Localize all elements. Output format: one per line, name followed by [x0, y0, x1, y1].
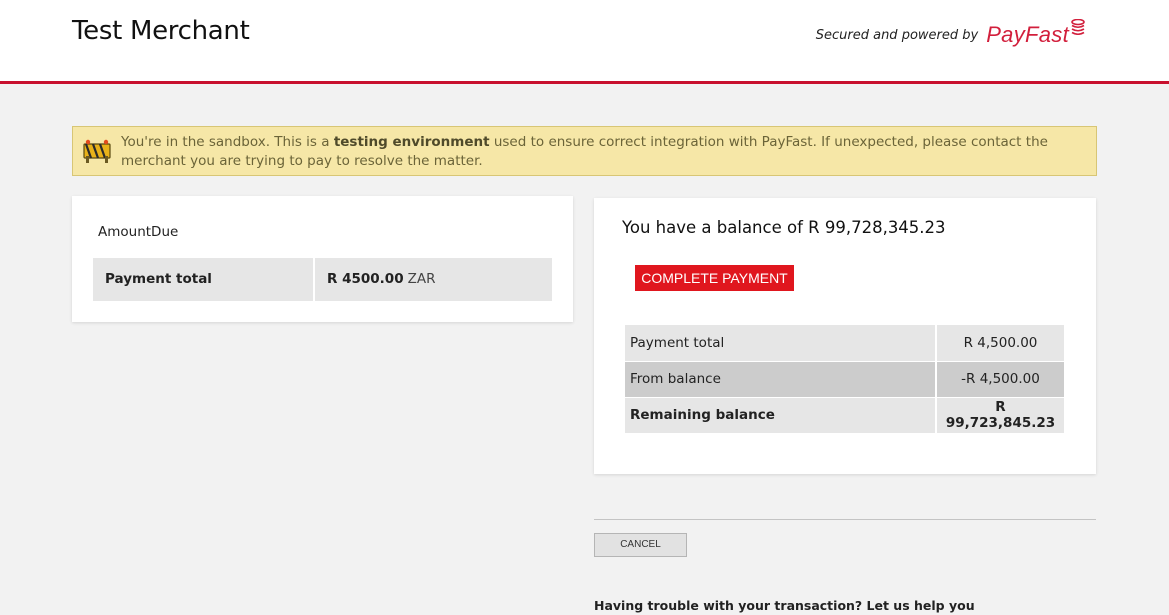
- payment-total-row: Payment total R 4500.00 ZAR: [93, 258, 552, 301]
- notice-text-emphasis: testing environment: [333, 134, 490, 150]
- sandbox-warning-icon: [82, 138, 112, 170]
- wallet-payment-card: You have a balance of R 99,728,345.23 CO…: [594, 198, 1096, 474]
- table-row: From balance -R 4,500.00: [625, 360, 1064, 397]
- row-amount: R 4,500.00: [935, 325, 1064, 361]
- payment-total-amount: R 4500.00: [327, 271, 404, 287]
- row-label: Payment total: [625, 325, 936, 361]
- help-text[interactable]: Having trouble with your transaction? Le…: [594, 598, 975, 613]
- page-header: Test Merchant Secured and powered by Pay…: [0, 0, 1169, 84]
- balance-summary-table: Payment total R 4,500.00 From balance -R…: [625, 325, 1064, 433]
- payment-total-label: Payment total: [93, 258, 315, 301]
- row-amount: -R 4,500.00: [935, 360, 1064, 397]
- payment-currency: ZAR: [407, 271, 436, 287]
- powered-by-text: Secured and powered by: [815, 27, 979, 43]
- row-amount: R 99,723,845.23: [935, 396, 1064, 433]
- item-name: AmountDue: [98, 224, 179, 240]
- section-divider: [594, 519, 1096, 520]
- cancel-button[interactable]: CANCEL: [594, 533, 687, 557]
- coin-stack-icon: [1071, 18, 1085, 39]
- notice-text-start: You're in the sandbox. This is a: [121, 134, 334, 150]
- row-label: Remaining balance: [625, 396, 936, 433]
- merchant-name: Test Merchant: [72, 16, 250, 46]
- balance-heading: You have a balance of R 99,728,345.23: [622, 218, 946, 237]
- payfast-logo: PayFast: [986, 22, 1069, 47]
- sandbox-notice: You're in the sandbox. This is a testing…: [72, 126, 1097, 176]
- row-label: From balance: [625, 360, 936, 397]
- table-row: Payment total R 4,500.00: [625, 325, 1064, 361]
- order-summary-card: AmountDue Payment total R 4500.00 ZAR: [72, 196, 573, 322]
- payment-total-value: R 4500.00 ZAR: [315, 258, 447, 301]
- powered-by: Secured and powered by PayFast: [815, 18, 1085, 48]
- table-row: Remaining balance R 99,723,845.23: [625, 396, 1064, 433]
- complete-payment-button[interactable]: COMPLETE PAYMENT: [635, 265, 794, 291]
